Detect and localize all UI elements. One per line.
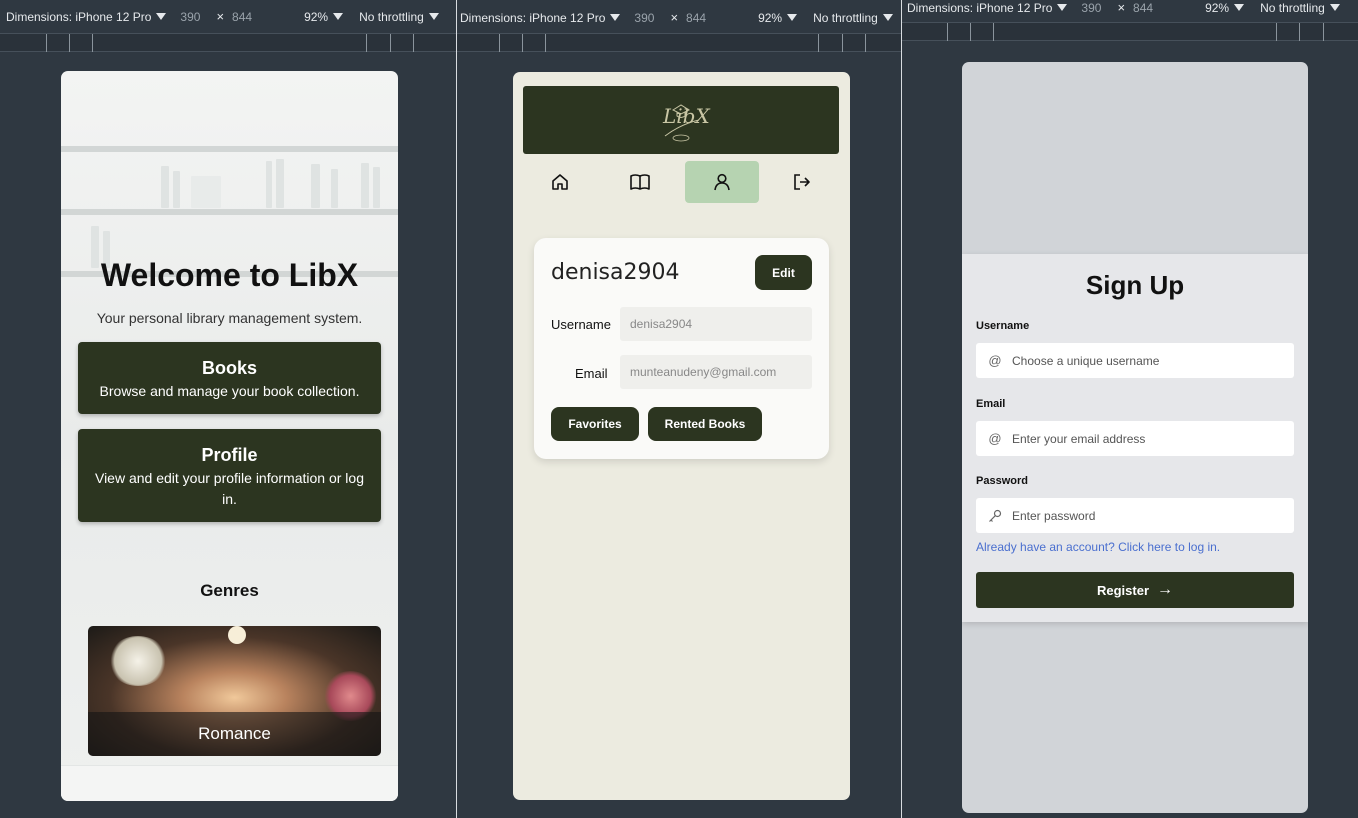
profile-info-card: denisa2904 Edit Username denisa2904 Emai… [534,238,829,459]
caret-down-icon [156,12,167,20]
device-toolbar: Dimensions: iPhone 12 Pro 390 × 844 92% … [0,0,456,33]
dimensions-select[interactable]: Dimensions: iPhone 12 Pro [460,11,621,25]
logo-banner: LibX [523,86,839,154]
zoom-select[interactable]: 92% [304,10,344,24]
caret-down-icon [787,13,798,21]
times-symbol: × [216,9,225,24]
books-card[interactable]: Books Browse and manage your book collec… [78,342,381,414]
register-button[interactable]: Register → [976,572,1294,608]
devtools-panel-home: Dimensions: iPhone 12 Pro 390 × 844 92% … [0,0,456,818]
email-field[interactable]: munteanudeny@gmail.com [620,355,812,389]
username-label: Username [551,317,611,332]
width-input[interactable]: 390 [180,10,200,24]
login-link[interactable]: Already have an account? Click here to l… [976,540,1220,554]
signup-screen: Sign Up Username @ Choose a unique usern… [962,62,1308,813]
caret-down-icon [333,12,344,20]
signup-form: Sign Up Username @ Choose a unique usern… [962,254,1308,622]
caret-down-icon [882,13,893,21]
at-icon: @ [988,431,1002,446]
device-toolbar: Dimensions: iPhone 12 Pro 390 × 844 92% … [902,0,1358,24]
email-placeholder: Enter your email address [1012,431,1146,446]
username-placeholder: Choose a unique username [1012,353,1160,368]
width-input[interactable]: 390 [1081,1,1101,15]
books-card-title: Books [201,358,257,378]
caret-down-icon [610,13,621,21]
rented-books-button[interactable]: Rented Books [648,407,762,441]
caret-down-icon [1329,3,1340,11]
genres-heading: Genres [200,581,259,600]
times-symbol: × [670,10,679,25]
profile-card-description: View and edit your profile information o… [94,470,364,507]
home-screen: Welcome to LibX Your personal library ma… [61,71,398,801]
caret-down-icon [428,12,439,20]
profile-screen: LibX denisa2904 Edit Username denisa2904… [513,72,850,800]
devtools-panel-profile: Dimensions: iPhone 12 Pro 390 × 844 92% … [457,0,901,818]
genre-card-romance[interactable]: Romance [88,626,381,756]
nav-books[interactable] [603,161,677,203]
password-input[interactable]: Enter password [976,498,1294,533]
times-symbol: × [1117,0,1126,15]
zoom-select[interactable]: 92% [1205,1,1245,15]
device-toolbar: Dimensions: iPhone 12 Pro 390 × 844 92% … [457,1,901,34]
height-input[interactable]: 844 [1133,1,1153,15]
signup-title: Sign Up [1085,270,1185,300]
profile-username-heading: denisa2904 [551,260,680,285]
height-input[interactable]: 844 [686,11,706,25]
nav-logout[interactable] [765,161,839,203]
email-value: munteanudeny@gmail.com [630,365,777,379]
moon-decoration [228,626,246,644]
page-title: Welcome to LibX [100,257,359,293]
arrow-right-icon: → [1157,581,1174,598]
username-field[interactable]: denisa2904 [620,307,812,341]
logout-icon [794,174,810,190]
user-icon [714,173,730,191]
username-value: denisa2904 [630,317,693,331]
shelf-decoration [61,209,398,215]
width-input[interactable]: 390 [634,11,654,25]
key-icon [988,509,1002,523]
caret-down-icon [1234,3,1245,11]
profile-card-link[interactable]: Profile View and edit your profile infor… [78,429,381,522]
book-icon [630,174,650,190]
logo-text: LibX [663,104,710,128]
throttling-select[interactable]: No throttling [1260,1,1340,15]
media-query-ruler [457,33,901,52]
caret-down-icon [1057,3,1068,11]
email-input[interactable]: @ Enter your email address [976,421,1294,456]
dimensions-select[interactable]: Dimensions: iPhone 12 Pro [907,1,1068,15]
username-label: Username [976,320,1030,332]
flower-decoration [108,636,168,686]
favorites-button[interactable]: Favorites [551,407,639,441]
register-label: Register [1096,582,1150,598]
throttling-select[interactable]: No throttling [813,11,893,25]
devtools-panel-signup: Dimensions: iPhone 12 Pro 390 × 844 92% … [902,0,1358,818]
books-card-description: Browse and manage your book collection. [99,383,360,399]
bottom-nav [523,161,839,203]
page-subtitle: Your personal library management system. [96,310,363,326]
shelf-decoration [61,146,398,152]
height-input[interactable]: 844 [232,10,252,24]
throttling-select[interactable]: No throttling [359,10,439,24]
password-placeholder: Enter password [1012,508,1096,523]
home-icon [552,174,568,190]
email-label: Email [575,366,608,381]
username-input[interactable]: @ Choose a unique username [976,343,1294,378]
edit-button[interactable]: Edit [755,255,812,290]
nav-home[interactable] [523,161,597,203]
nav-profile[interactable] [685,161,759,203]
profile-card-title: Profile [201,445,258,465]
at-icon: @ [988,353,1002,368]
password-label: Password [976,475,1028,487]
media-query-ruler [0,33,456,52]
dimensions-select[interactable]: Dimensions: iPhone 12 Pro [6,10,167,24]
floor-decoration [61,765,398,801]
genre-label: Romance [88,712,381,756]
email-label: Email [976,398,1006,410]
zoom-select[interactable]: 92% [758,11,798,25]
media-query-ruler [902,22,1358,41]
